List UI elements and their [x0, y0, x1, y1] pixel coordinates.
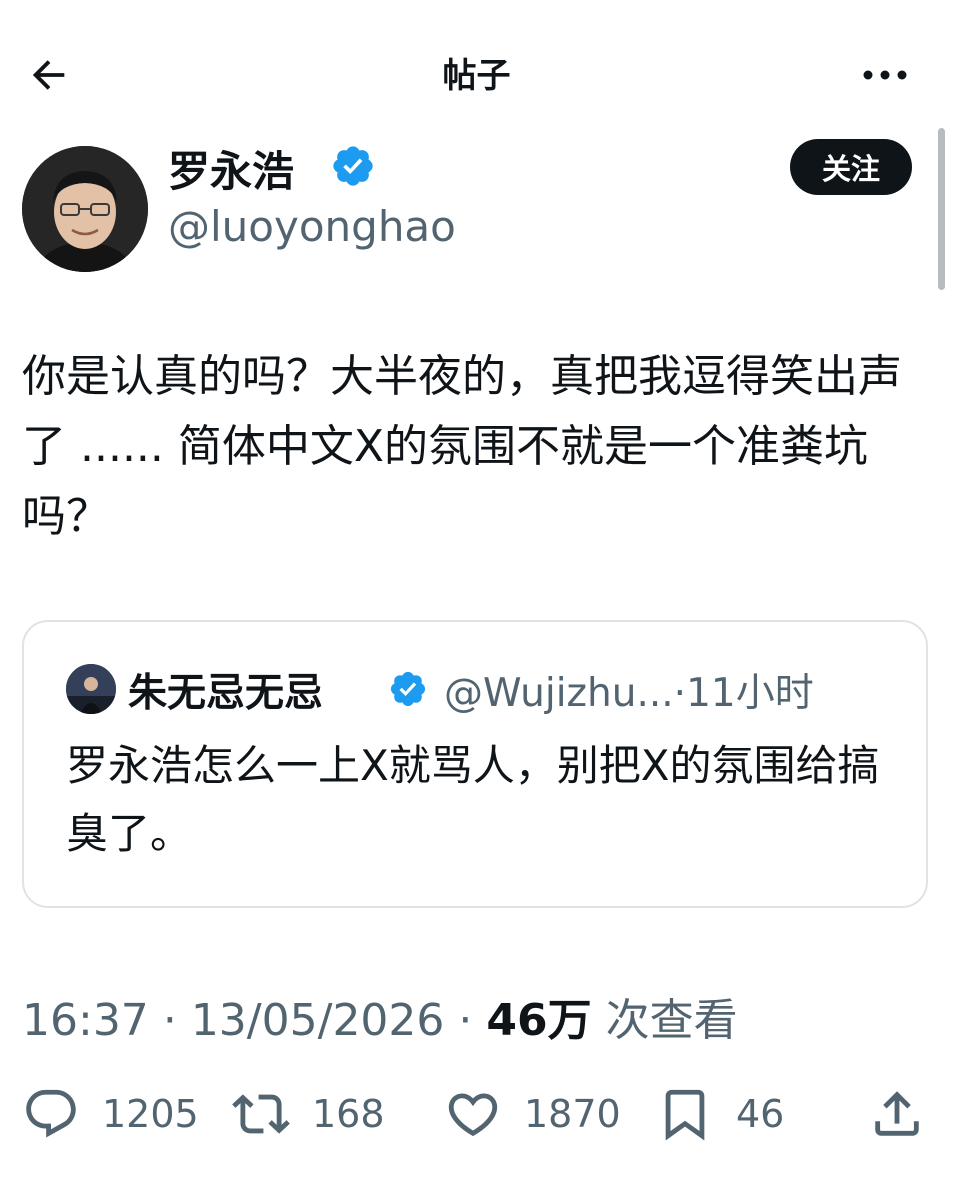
avatar[interactable] — [22, 146, 148, 272]
author-name[interactable]: 罗永浩 — [168, 138, 294, 199]
like-button[interactable]: 1870 — [444, 1084, 621, 1144]
separator: · — [162, 995, 177, 1046]
scrollbar[interactable] — [938, 128, 945, 290]
repost-count: 168 — [312, 1092, 385, 1136]
share-button[interactable] — [868, 1084, 926, 1144]
follow-button[interactable]: 关注 — [790, 139, 912, 195]
reply-button[interactable]: 1205 — [22, 1084, 199, 1144]
tweet-time[interactable]: 16:37 — [22, 995, 149, 1046]
separator: · — [673, 671, 687, 716]
quoted-meta: @Wujizhu...·11小时 — [444, 662, 814, 718]
repost-button[interactable]: 168 — [232, 1084, 385, 1144]
avatar-image — [22, 146, 148, 272]
verified-icon — [390, 671, 426, 707]
quoted-avatar-image — [66, 664, 116, 714]
like-count: 1870 — [524, 1092, 621, 1136]
quoted-tweet-text: 罗永浩怎么一上X就骂人，别把X的氛围给搞臭了。 — [66, 741, 880, 858]
page-title: 帖子 — [442, 56, 511, 96]
share-icon — [875, 1091, 919, 1136]
bookmark-count: 46 — [736, 1092, 785, 1136]
quoted-avatar[interactable] — [66, 664, 116, 714]
separator: · — [458, 995, 473, 1046]
repost-icon — [232, 1094, 290, 1134]
quoted-author-name[interactable]: 朱无忌无忌 — [128, 662, 323, 718]
quoted-author-handle[interactable]: @Wujizhu... — [444, 671, 674, 716]
tweet-text: 你是认真的吗？大半夜的，真把我逗得笑出声了 ...... 简体中文X的氛围不就是… — [22, 351, 902, 542]
reply-count: 1205 — [102, 1092, 199, 1136]
author-handle[interactable]: @luoyonghao — [168, 202, 456, 251]
tweet-meta: 16:37 · 13/05/2026 · 46万 次查看 — [22, 984, 738, 1048]
more-icon[interactable] — [858, 58, 912, 92]
quoted-time[interactable]: 11小时 — [686, 671, 814, 716]
reply-icon — [26, 1089, 76, 1138]
bookmark-button[interactable]: 46 — [656, 1084, 784, 1144]
like-icon — [448, 1093, 498, 1137]
verified-icon — [333, 146, 373, 186]
bookmark-icon — [665, 1089, 705, 1141]
views-count: 46万 — [486, 995, 592, 1046]
views-label: 次查看 — [605, 995, 738, 1046]
tweet-date[interactable]: 13/05/2026 — [191, 995, 445, 1046]
